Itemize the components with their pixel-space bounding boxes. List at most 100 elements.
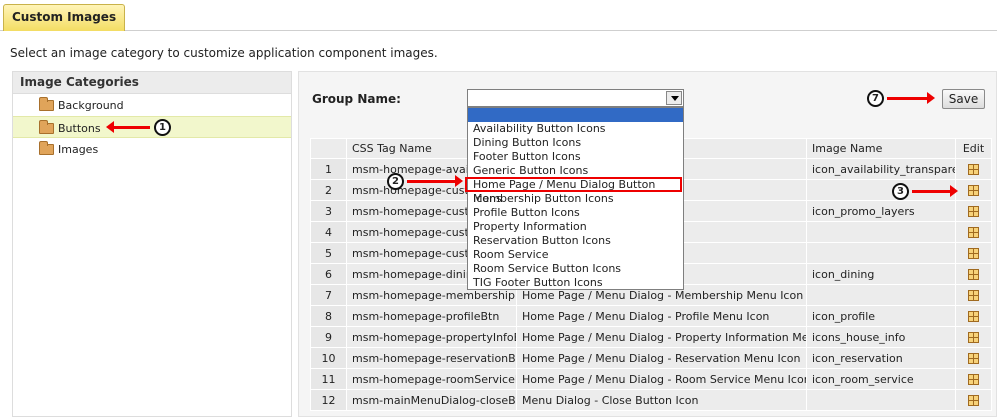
folder-icon [39, 97, 54, 111]
folder-icon [39, 141, 54, 155]
categories-heading: Image Categories [13, 72, 291, 94]
dropdown-option[interactable]: Reservation Button Icons [468, 234, 683, 248]
description-cell: Home Page / Menu Dialog - Profile Menu I… [516, 305, 807, 327]
edit-icon[interactable] [968, 269, 979, 280]
edit-icon[interactable] [968, 395, 979, 406]
save-button[interactable]: Save [942, 89, 985, 109]
folder-icon [39, 120, 54, 134]
dropdown-option[interactable]: TIG Footer Button Icons [468, 276, 683, 290]
dropdown-option[interactable]: Dining Button Icons [468, 136, 683, 150]
image-name-cell: icon_profile [806, 305, 956, 327]
image-categories-panel: Image Categories Background Buttons Imag… [12, 71, 292, 417]
category-background[interactable]: Background [13, 94, 291, 116]
edit-cell [955, 242, 992, 264]
description-cell: Home Page / Menu Dialog - Room Service M… [516, 368, 807, 390]
css-tag-cell: msm-homepage-reservationBtn [346, 347, 517, 369]
edit-icon[interactable] [968, 374, 979, 385]
dropdown-option[interactable]: Availability Button Icons [468, 122, 683, 136]
description-cell: Menu Dialog - Close Button Icon [516, 389, 807, 411]
row-number: 4 [310, 221, 347, 243]
group-name-dropdown-list: Availability Button Icons Dining Button I… [467, 107, 684, 290]
edit-cell [955, 200, 992, 222]
dropdown-option[interactable]: Property Information [468, 220, 683, 234]
edit-icon[interactable] [968, 227, 979, 238]
edit-icon[interactable] [968, 164, 979, 175]
row-number: 5 [310, 242, 347, 264]
group-name-select[interactable] [467, 89, 684, 107]
edit-cell [955, 326, 992, 348]
row-number: 12 [310, 389, 347, 411]
row-number: 1 [310, 158, 347, 180]
edit-icon[interactable] [968, 332, 979, 343]
row-number: 10 [310, 347, 347, 369]
edit-cell [955, 368, 992, 390]
col-header-image-name[interactable]: Image Name [806, 138, 956, 159]
edit-icon[interactable] [968, 248, 979, 259]
tab-strip: Custom Images [0, 0, 997, 31]
callout-marker-7: 7 [867, 90, 884, 107]
table-row[interactable]: 10 msm-homepage-reservationBtn Home Page /… [310, 347, 992, 369]
edit-cell [955, 221, 992, 243]
css-tag-cell: msm-mainMenuDialog-closeBtn [346, 389, 517, 411]
css-tag-cell: msm-homepage-propertyInfoBtn [346, 326, 517, 348]
dropdown-option[interactable]: Room Service Button Icons [468, 262, 683, 276]
dropdown-option[interactable]: Generic Button Icons [468, 164, 683, 178]
row-number: 2 [310, 179, 347, 201]
category-images[interactable]: Images [13, 138, 291, 160]
row-number: 7 [310, 284, 347, 306]
edit-cell [955, 263, 992, 285]
col-header-index [310, 138, 347, 159]
css-tag-cell: msm-homepage-roomServiceBtn [346, 368, 517, 390]
edit-cell [955, 158, 992, 180]
row-number: 3 [310, 200, 347, 222]
image-name-cell [806, 221, 956, 243]
image-name-cell [806, 389, 956, 411]
callout-marker-2: 2 [387, 173, 404, 190]
image-name-cell [806, 242, 956, 264]
callout-arrow-2 [407, 175, 463, 187]
callout-arrow-3 [912, 185, 958, 197]
edit-cell [955, 347, 992, 369]
edit-icon[interactable] [968, 353, 979, 364]
image-name-cell [806, 284, 956, 306]
tab-custom-images[interactable]: Custom Images [3, 4, 126, 31]
highlight-box [465, 177, 682, 192]
callout-marker-3: 3 [892, 183, 909, 200]
category-buttons[interactable]: Buttons [13, 116, 291, 138]
edit-cell [955, 389, 992, 411]
image-name-cell: icon_dining [806, 263, 956, 285]
dropdown-option[interactable]: Footer Button Icons [468, 150, 683, 164]
edit-icon[interactable] [968, 290, 979, 301]
row-number: 9 [310, 326, 347, 348]
edit-cell [955, 284, 992, 306]
image-name-cell: icons_house_info [806, 326, 956, 348]
description-cell: Home Page / Menu Dialog - Property Infor… [516, 326, 807, 348]
row-number: 11 [310, 368, 347, 390]
category-label: Background [58, 99, 124, 112]
edit-icon[interactable] [968, 311, 979, 322]
table-row[interactable]: 8 msm-homepage-profileBtn Home Page / Menu… [310, 305, 992, 327]
css-tag-cell: msm-homepage-profileBtn [346, 305, 517, 327]
chevron-down-icon[interactable] [666, 91, 682, 105]
row-number: 6 [310, 263, 347, 285]
dropdown-option[interactable]: Profile Button Icons [468, 206, 683, 220]
table-row[interactable]: 9 msm-homepage-propertyInfoBtn Home Page /… [310, 326, 992, 348]
table-row[interactable]: 12 msm-mainMenuDialog-closeBtn Menu Dialog… [310, 389, 992, 411]
edit-cell [955, 305, 992, 327]
edit-cell [955, 179, 992, 201]
dropdown-option[interactable]: Membership Button Icons [468, 192, 683, 206]
row-number: 8 [310, 305, 347, 327]
callout-arrow-7 [887, 92, 935, 104]
callout-arrow-1 [106, 121, 150, 133]
image-name-cell: icon_room_service [806, 368, 956, 390]
table-row[interactable]: 11 msm-homepage-roomServiceBtn Home Page /… [310, 368, 992, 390]
category-label: Buttons [58, 122, 101, 135]
edit-icon[interactable] [968, 206, 979, 217]
image-name-cell: icon_promo_layers [806, 200, 956, 222]
dropdown-option[interactable] [468, 108, 683, 122]
description-cell: Home Page / Menu Dialog - Reservation Me… [516, 347, 807, 369]
image-name-cell: icon_availability_transparent [806, 158, 956, 180]
edit-icon[interactable] [968, 185, 979, 196]
dropdown-option[interactable]: Room Service [468, 248, 683, 262]
group-name-label: Group Name: [312, 92, 401, 106]
